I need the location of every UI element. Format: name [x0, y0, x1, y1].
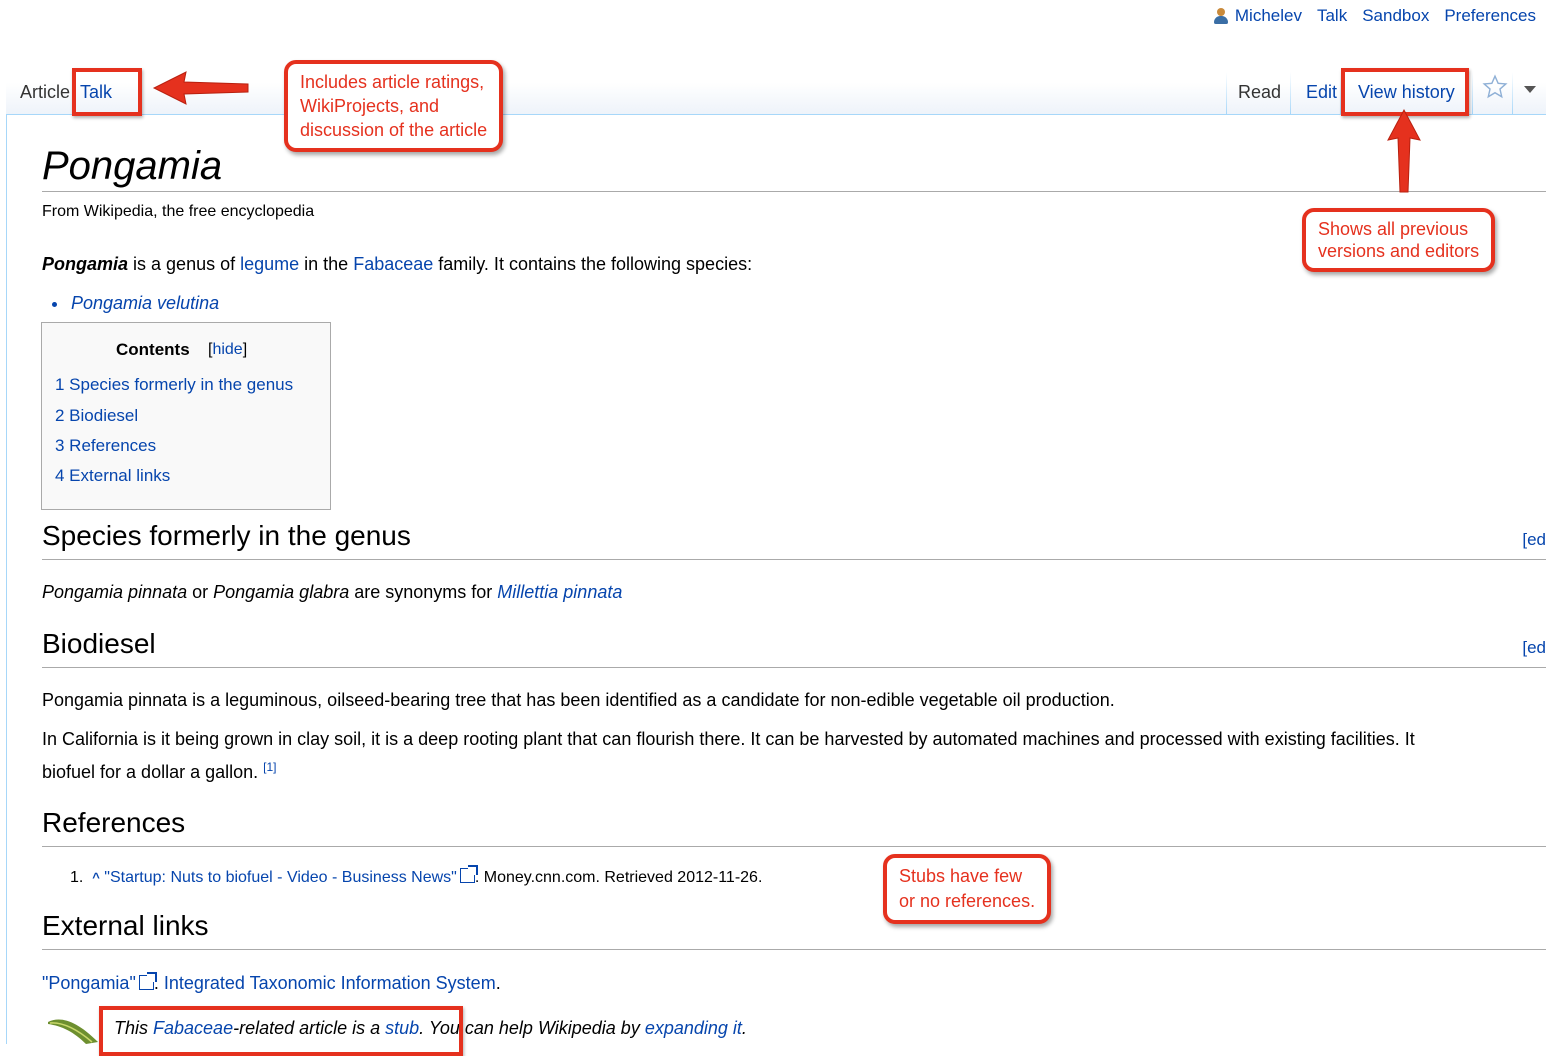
biodiesel-paragraph-2-cont: biofuel for a dollar a gallon. [1] [42, 760, 277, 783]
section-divider [42, 667, 1546, 668]
external-link-icon [459, 865, 478, 883]
user-icon [1213, 7, 1229, 25]
species-list-item: Pongamia velutina [52, 293, 219, 314]
personal-talk-link[interactable]: Talk [1317, 6, 1347, 26]
external-link-icon [138, 972, 157, 990]
stub-annotation-callout: Stubs have few or no references. [883, 854, 1052, 924]
talk-annotation-callout: Includes article ratings, WikiProjects, … [284, 60, 504, 152]
bullet-icon [52, 301, 57, 307]
toc-hide-toggle[interactable]: [hide] [208, 341, 247, 359]
stub-highlight-box [99, 1006, 463, 1056]
tab-separator [1472, 72, 1473, 114]
reference-link[interactable]: "Startup: Nuts to biofuel - Video - Busi… [104, 869, 457, 886]
intro-text: is a genus of [128, 254, 241, 274]
intro-text: in the [299, 254, 354, 274]
tab-separator [1226, 72, 1227, 114]
section-heading-species: Species formerly in the genus [42, 520, 411, 551]
itis-source-link[interactable]: Integrated Taxonomic Information System [164, 973, 496, 993]
section-divider [42, 559, 1546, 560]
intro-text: family. It contains the following specie… [433, 254, 753, 274]
section-heading-biodiesel: Biodiesel [42, 628, 156, 659]
para-text: or [187, 582, 214, 602]
section-heading-references: References [42, 807, 186, 838]
toc-item[interactable]: 4 External links [55, 466, 170, 486]
section-divider [42, 846, 1546, 847]
arrow-up-icon [1387, 108, 1421, 193]
para-text: are synonyms for [349, 582, 498, 602]
reference-number: 1. [70, 869, 84, 886]
intro-bold: Pongamia [42, 254, 129, 274]
page-title: Pongamia [42, 144, 223, 188]
para-text: biofuel for a dollar a gallon. [42, 762, 264, 782]
tab-separator [1290, 72, 1291, 114]
section-divider [42, 949, 1546, 950]
toc-item[interactable]: 2 Biodiesel [55, 406, 138, 426]
title-divider [42, 191, 1546, 192]
tab-article[interactable]: Article [14, 76, 76, 109]
external-link-item: "Pongamia". Integrated Taxonomic Informa… [42, 972, 501, 994]
preferences-link[interactable]: Preferences [1444, 6, 1536, 26]
callout-line: or no references. [899, 891, 1036, 911]
itis-link[interactable]: "Pongamia" [42, 973, 136, 993]
intro-paragraph: Pongamia is a genus of legume in the Fab… [42, 254, 752, 275]
tab-edit[interactable]: Edit [1300, 76, 1343, 109]
tagline: From Wikipedia, the free encyclopedia [42, 203, 315, 220]
tab-read[interactable]: Read [1232, 76, 1287, 109]
section-heading-external-links: External links [42, 910, 209, 941]
toc-item[interactable]: 1 Species formerly in the genus [55, 375, 293, 395]
sandbox-link[interactable]: Sandbox [1362, 6, 1429, 26]
personal-toolbar: Michelev Talk Sandbox Preferences [1213, 6, 1536, 26]
stub-leaf-icon [48, 1019, 98, 1044]
biodiesel-paragraph-2: In California is it being grown in clay … [42, 729, 1415, 749]
callout-line: Stubs have few [899, 866, 1023, 886]
table-of-contents: Contents [hide] 1 Species formerly in th… [41, 322, 331, 510]
fabaceae-link[interactable]: Fabaceae [353, 254, 433, 274]
expand-link[interactable]: expanding it [645, 1018, 742, 1038]
callout-line: Shows all previous [1318, 219, 1469, 239]
callout-line: Includes article ratings, [300, 72, 485, 92]
species-name: Pongamia glabra [213, 582, 350, 602]
callout-line: WikiProjects, and [300, 96, 440, 116]
toc-title: Contents [116, 340, 190, 359]
millettia-link[interactable]: Millettia pinnata [497, 582, 622, 602]
backlink-caret[interactable]: ^ [92, 870, 100, 885]
legume-link[interactable]: legume [240, 254, 299, 274]
toc-hide-link[interactable]: hide [212, 341, 242, 358]
user-link[interactable]: Michelev [1213, 6, 1302, 26]
callout-line: discussion of the article [300, 120, 488, 140]
species-paragraph: Pongamia pinnata or Pongamia glabra are … [42, 582, 622, 603]
reference-item: 1. ^ "Startup: Nuts to biofuel - Video -… [70, 865, 763, 887]
callout-line: versions and editors [1318, 241, 1480, 261]
species-name: Pongamia pinnata [42, 582, 188, 602]
toc-item[interactable]: 3 References [55, 436, 156, 456]
star-icon[interactable] [1482, 74, 1508, 100]
chevron-down-icon[interactable] [1524, 86, 1536, 93]
talk-highlight-box [72, 68, 142, 116]
edit-section-link[interactable]: [ed [1522, 530, 1546, 550]
edit-section-link[interactable]: [ed [1522, 638, 1546, 658]
tab-separator [1512, 72, 1513, 114]
toc-bracket: ] [242, 341, 248, 358]
biodiesel-paragraph-1: Pongamia pinnata is a leguminous, oilsee… [42, 690, 1115, 710]
stub-text: . [741, 1018, 747, 1038]
history-annotation-callout: Shows all previous versions and editors [1302, 208, 1496, 272]
username-link[interactable]: Michelev [1235, 6, 1302, 26]
citation-link[interactable]: [1] [263, 760, 276, 774]
para-text: . [495, 973, 501, 993]
species-link[interactable]: Pongamia velutina [71, 293, 219, 313]
arrow-left-icon [152, 71, 249, 105]
reference-text: . Money.cnn.com. Retrieved 2012-11-26. [474, 869, 763, 886]
